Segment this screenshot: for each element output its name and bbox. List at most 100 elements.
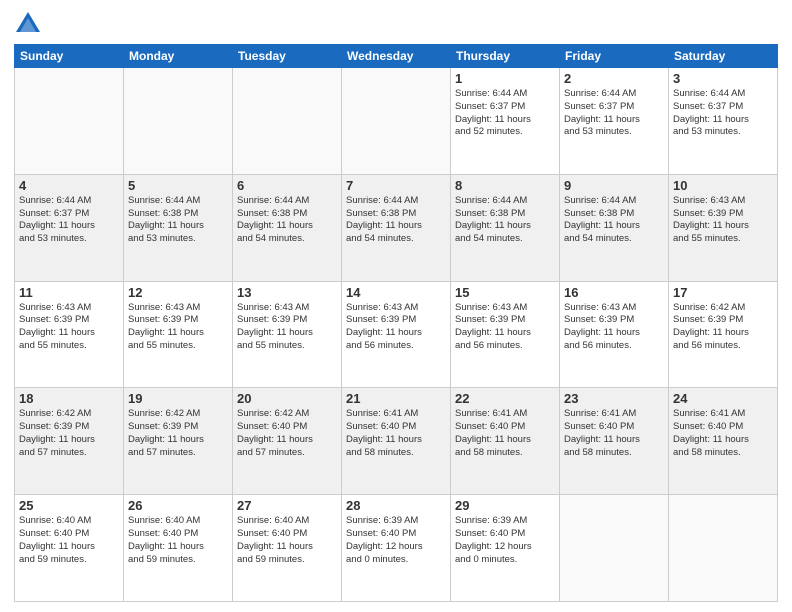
- day-number: 6: [237, 178, 337, 193]
- calendar-cell: 25 Sunrise: 6:40 AMSunset: 6:40 PMDayligh…: [15, 495, 124, 602]
- day-number: 29: [455, 498, 555, 513]
- header: [14, 10, 778, 38]
- calendar-row-3: 11Sunrise: 6:43 AMSunset: 6:39 PMDayligh…: [15, 281, 778, 388]
- day-number: 16: [564, 285, 664, 300]
- calendar-cell: 23Sunrise: 6:41 AMSunset: 6:40 PMDayligh…: [560, 388, 669, 495]
- day-number: 25: [19, 498, 119, 513]
- day-info: Sunrise: 6:40 AMSunset: 6:40 PMDaylight:…: [128, 515, 228, 566]
- day-info: Sunrise: 6:41 AMSunset: 6:40 PMDaylight:…: [455, 408, 555, 459]
- day-info: Sunrise: 6:43 AMSunset: 6:39 PMDaylight:…: [237, 302, 337, 353]
- header-row: SundayMondayTuesdayWednesdayThursdayFrid…: [15, 45, 778, 68]
- calendar-cell: 14 Sunrise: 6:43 AMSunset: 6:39 PMDayligh…: [342, 281, 451, 388]
- calendar-cell: 7 Sunrise: 6:44 AMSunset: 6:38 PMDaylight…: [342, 174, 451, 281]
- day-number: 28: [346, 498, 446, 513]
- calendar-cell: 3 Sunrise: 6:44 AMSunset: 6:37 PMDaylight…: [669, 68, 778, 175]
- day-info: Sunrise: 6:41 AMSunset: 6:40 PMDaylight:…: [673, 408, 773, 459]
- calendar-cell: 29 Sunrise: 6:39 AMSunset: 6:40 PMDayligh…: [451, 495, 560, 602]
- day-info: Sunrise: 6:43 AMSunset: 6:39 PMDaylight:…: [128, 302, 228, 353]
- calendar-cell: 15 Sunrise: 6:43 AMSunset: 6:39 PMDayligh…: [451, 281, 560, 388]
- day-number: 27: [237, 498, 337, 513]
- calendar-body: 1 Sunrise: 6:44 AMSunset: 6:37 PMDaylight…: [15, 68, 778, 602]
- col-header-tuesday: Tuesday: [233, 45, 342, 68]
- day-number: 4: [19, 178, 119, 193]
- day-number: 12: [128, 285, 228, 300]
- day-number: 7: [346, 178, 446, 193]
- day-number: 2: [564, 71, 664, 86]
- day-info: Sunrise: 6:42 AMSunset: 6:40 PMDaylight:…: [237, 408, 337, 459]
- day-number: 18: [19, 391, 119, 406]
- calendar-cell: 28 Sunrise: 6:39 AMSunset: 6:40 PMDayligh…: [342, 495, 451, 602]
- day-number: 8: [455, 178, 555, 193]
- calendar-cell: 16 Sunrise: 6:43 AMSunset: 6:39 PMDayligh…: [560, 281, 669, 388]
- calendar-cell: [342, 68, 451, 175]
- calendar-cell: 19 Sunrise: 6:42 AMSunset: 6:39 PMDayligh…: [124, 388, 233, 495]
- day-info: Sunrise: 6:44 AMSunset: 6:38 PMDaylight:…: [128, 195, 228, 246]
- day-info: Sunrise: 6:44 AMSunset: 6:37 PMDaylight:…: [19, 195, 119, 246]
- day-info: Sunrise: 6:41 AMSunset: 6:40 PMDaylight:…: [346, 408, 446, 459]
- day-number: 17: [673, 285, 773, 300]
- calendar-cell: 26Sunrise: 6:40 AMSunset: 6:40 PMDayligh…: [124, 495, 233, 602]
- col-header-thursday: Thursday: [451, 45, 560, 68]
- page: SundayMondayTuesdayWednesdayThursdayFrid…: [0, 0, 792, 612]
- day-number: 9: [564, 178, 664, 193]
- calendar-cell: 13 Sunrise: 6:43 AMSunset: 6:39 PMDayligh…: [233, 281, 342, 388]
- day-info: Sunrise: 6:44 AMSunset: 6:38 PMDaylight:…: [455, 195, 555, 246]
- calendar-cell: 27 Sunrise: 6:40 AMSunset: 6:40 PMDayligh…: [233, 495, 342, 602]
- day-info: Sunrise: 6:40 AMSunset: 6:40 PMDaylight:…: [237, 515, 337, 566]
- calendar-cell: 20 Sunrise: 6:42 AMSunset: 6:40 PMDayligh…: [233, 388, 342, 495]
- calendar-cell: 8 Sunrise: 6:44 AMSunset: 6:38 PMDaylight…: [451, 174, 560, 281]
- calendar-cell: 18 Sunrise: 6:42 AMSunset: 6:39 PMDayligh…: [15, 388, 124, 495]
- calendar-cell: 5 Sunrise: 6:44 AMSunset: 6:38 PMDaylight…: [124, 174, 233, 281]
- col-header-saturday: Saturday: [669, 45, 778, 68]
- calendar-cell: [124, 68, 233, 175]
- calendar-cell: 11Sunrise: 6:43 AMSunset: 6:39 PMDayligh…: [15, 281, 124, 388]
- calendar-cell: 4 Sunrise: 6:44 AMSunset: 6:37 PMDaylight…: [15, 174, 124, 281]
- day-info: Sunrise: 6:44 AMSunset: 6:38 PMDaylight:…: [346, 195, 446, 246]
- calendar-cell: 21 Sunrise: 6:41 AMSunset: 6:40 PMDayligh…: [342, 388, 451, 495]
- calendar-cell: 1 Sunrise: 6:44 AMSunset: 6:37 PMDaylight…: [451, 68, 560, 175]
- calendar-cell: [669, 495, 778, 602]
- col-header-friday: Friday: [560, 45, 669, 68]
- day-number: 10: [673, 178, 773, 193]
- day-info: Sunrise: 6:39 AMSunset: 6:40 PMDaylight:…: [455, 515, 555, 566]
- col-header-monday: Monday: [124, 45, 233, 68]
- col-header-wednesday: Wednesday: [342, 45, 451, 68]
- day-info: Sunrise: 6:44 AMSunset: 6:37 PMDaylight:…: [673, 88, 773, 139]
- calendar-cell: 10Sunrise: 6:43 AMSunset: 6:39 PMDayligh…: [669, 174, 778, 281]
- day-info: Sunrise: 6:42 AMSunset: 6:39 PMDaylight:…: [19, 408, 119, 459]
- calendar-cell: 6 Sunrise: 6:44 AMSunset: 6:38 PMDaylight…: [233, 174, 342, 281]
- calendar-header: SundayMondayTuesdayWednesdayThursdayFrid…: [15, 45, 778, 68]
- day-info: Sunrise: 6:39 AMSunset: 6:40 PMDaylight:…: [346, 515, 446, 566]
- day-number: 19: [128, 391, 228, 406]
- calendar-row-1: 1 Sunrise: 6:44 AMSunset: 6:37 PMDaylight…: [15, 68, 778, 175]
- calendar-cell: 9Sunrise: 6:44 AMSunset: 6:38 PMDaylight…: [560, 174, 669, 281]
- day-info: Sunrise: 6:44 AMSunset: 6:37 PMDaylight:…: [455, 88, 555, 139]
- calendar-cell: 17 Sunrise: 6:42 AMSunset: 6:39 PMDayligh…: [669, 281, 778, 388]
- day-number: 24: [673, 391, 773, 406]
- day-info: Sunrise: 6:44 AMSunset: 6:38 PMDaylight:…: [237, 195, 337, 246]
- calendar-cell: 22 Sunrise: 6:41 AMSunset: 6:40 PMDayligh…: [451, 388, 560, 495]
- day-info: Sunrise: 6:41 AMSunset: 6:40 PMDaylight:…: [564, 408, 664, 459]
- day-number: 22: [455, 391, 555, 406]
- day-number: 1: [455, 71, 555, 86]
- day-info: Sunrise: 6:40 AMSunset: 6:40 PMDaylight:…: [19, 515, 119, 566]
- day-info: Sunrise: 6:43 AMSunset: 6:39 PMDaylight:…: [346, 302, 446, 353]
- calendar-row-2: 4 Sunrise: 6:44 AMSunset: 6:37 PMDaylight…: [15, 174, 778, 281]
- calendar-table: SundayMondayTuesdayWednesdayThursdayFrid…: [14, 44, 778, 602]
- calendar-cell: [233, 68, 342, 175]
- day-info: Sunrise: 6:43 AMSunset: 6:39 PMDaylight:…: [455, 302, 555, 353]
- day-number: 15: [455, 285, 555, 300]
- day-number: 21: [346, 391, 446, 406]
- day-info: Sunrise: 6:42 AMSunset: 6:39 PMDaylight:…: [673, 302, 773, 353]
- calendar-row-4: 18 Sunrise: 6:42 AMSunset: 6:39 PMDayligh…: [15, 388, 778, 495]
- day-number: 5: [128, 178, 228, 193]
- day-info: Sunrise: 6:43 AMSunset: 6:39 PMDaylight:…: [564, 302, 664, 353]
- calendar-cell: [560, 495, 669, 602]
- day-number: 20: [237, 391, 337, 406]
- day-info: Sunrise: 6:42 AMSunset: 6:39 PMDaylight:…: [128, 408, 228, 459]
- day-number: 3: [673, 71, 773, 86]
- day-number: 14: [346, 285, 446, 300]
- calendar-cell: [15, 68, 124, 175]
- day-number: 13: [237, 285, 337, 300]
- logo: [14, 10, 46, 38]
